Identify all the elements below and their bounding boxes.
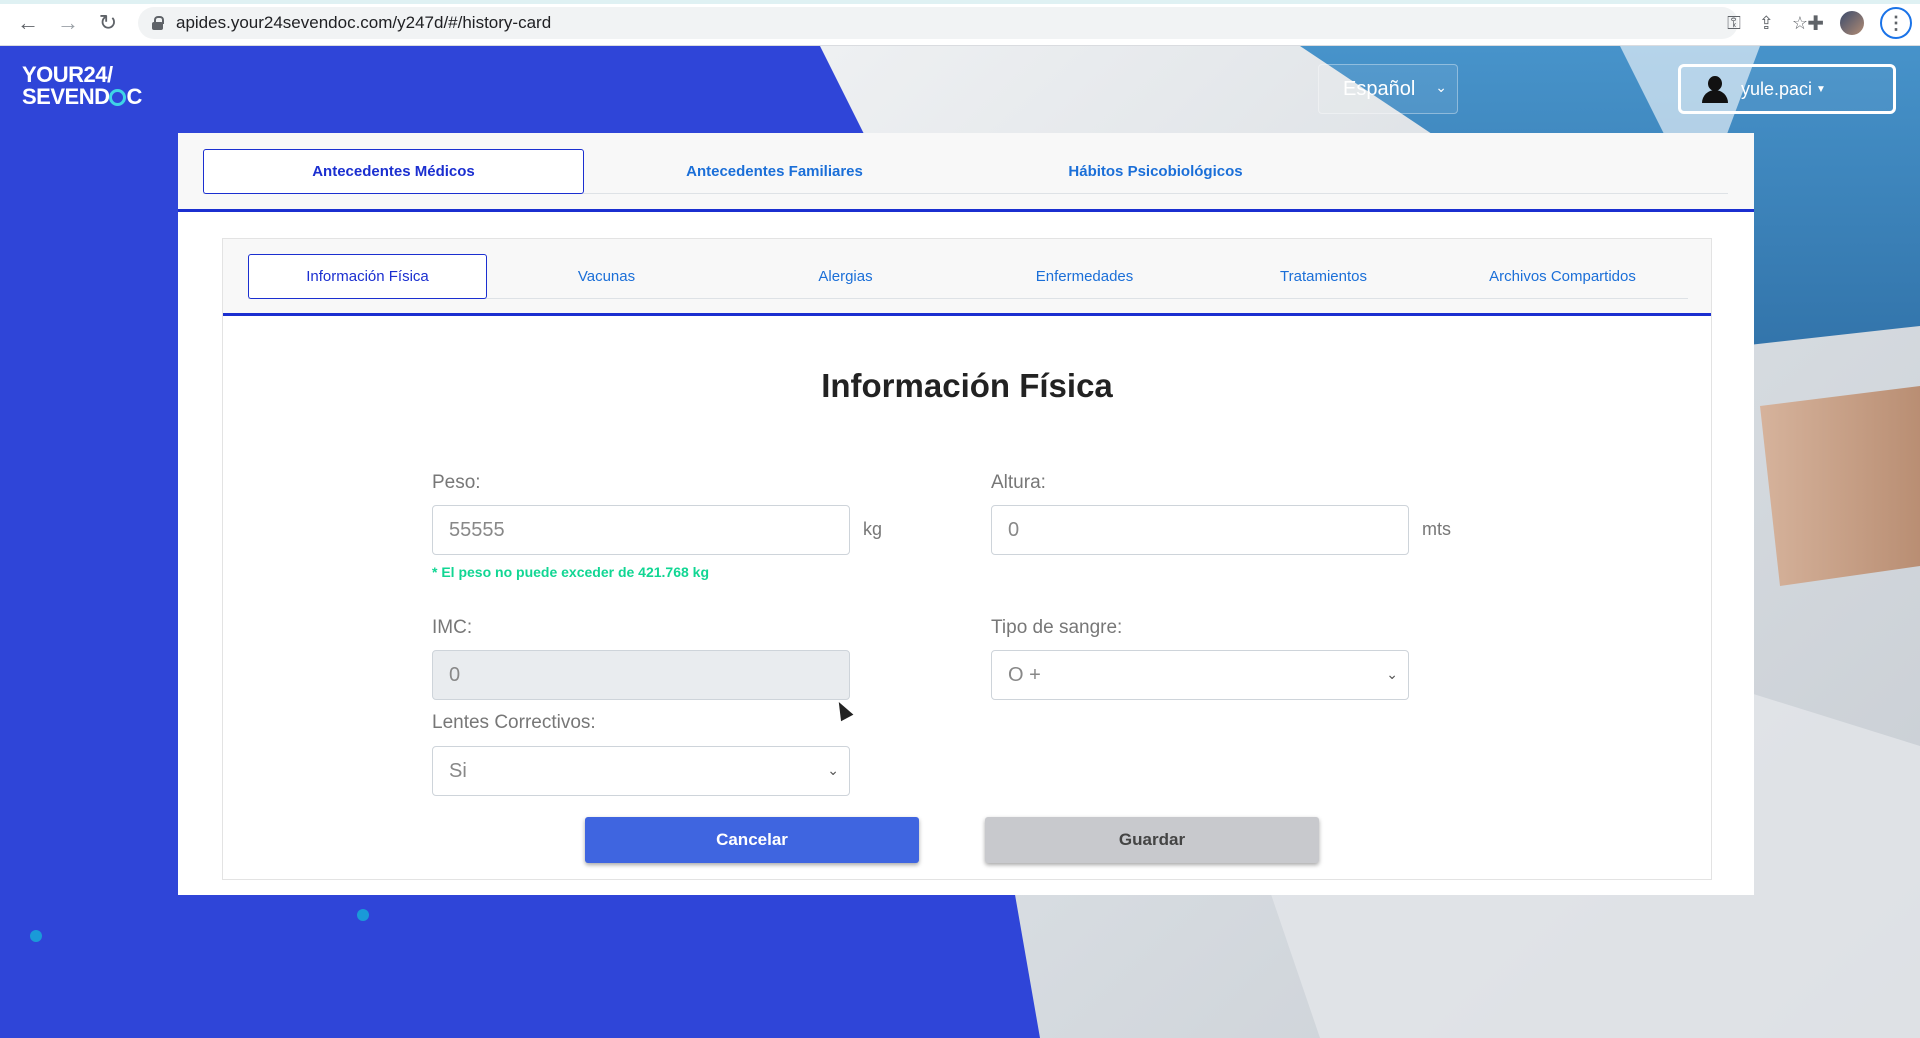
brand-logo[interactable]: YOUR24/ SEVEND C — [22, 64, 142, 108]
logo-line-1: YOUR24/ — [22, 62, 113, 87]
language-select[interactable]: Español ⌄ — [1318, 64, 1458, 114]
medical-history-panel: Información Física Vacunas Alergias Enfe… — [222, 238, 1712, 880]
logo-text-seven: SEVEN — [22, 84, 95, 109]
altura-input[interactable]: 0 — [991, 505, 1409, 555]
tab-tratamientos[interactable]: Tratamientos — [1204, 254, 1443, 299]
chevron-down-icon: ⌄ — [1386, 666, 1398, 682]
username: yule.paci — [1741, 78, 1813, 99]
forward-icon[interactable]: → — [48, 3, 88, 43]
lentes-label: Lentes Correctivos: — [432, 712, 596, 733]
imc-label: IMC: — [432, 617, 473, 638]
peso-error-message: * El peso no puede exceder de 421.768 kg — [432, 564, 710, 580]
history-card: Antecedentes Médicos Antecedentes Famili… — [178, 133, 1754, 895]
lock-icon[interactable] — [152, 16, 164, 30]
caret-down-icon: ▼ — [1816, 83, 1826, 95]
chevron-down-icon: ⌄ — [1435, 79, 1447, 95]
language-value: Español — [1343, 77, 1416, 100]
altura-unit: mts — [1422, 519, 1451, 539]
share-icon[interactable]: ⇪ — [1759, 13, 1774, 34]
peso-input[interactable]: 55555 — [432, 505, 850, 555]
star-icon[interactable]: ☆ — [1792, 13, 1808, 34]
tab-archivos-compartidos[interactable]: Archivos Compartidos — [1443, 254, 1682, 299]
lentes-value: Si — [449, 759, 467, 782]
tab-antecedentes-medicos[interactable]: Antecedentes Médicos — [203, 149, 584, 194]
top-tabs: Antecedentes Médicos Antecedentes Famili… — [203, 149, 1728, 194]
peso-unit: kg — [863, 519, 883, 539]
back-icon[interactable]: ← — [8, 3, 48, 43]
peso-label: Peso: — [432, 472, 481, 493]
address-bar-actions: ⚿ ⇪ ☆ — [1727, 7, 1808, 39]
cancel-button[interactable]: Cancelar — [585, 817, 919, 863]
tipo-sangre-label: Tipo de sangre: — [991, 617, 1123, 638]
address-bar[interactable]: apides.your24sevendoc.com/y247d/#/histor… — [138, 7, 1738, 39]
lentes-select[interactable]: Si ⌄ — [432, 746, 850, 796]
decor-dot — [357, 909, 369, 921]
chevron-down-icon: ⌄ — [827, 762, 839, 778]
extension-area: ✚ ⋮ — [1807, 0, 1920, 46]
save-button[interactable]: Guardar — [985, 817, 1319, 863]
browser-toolbar: ← → ↻ apides.your24sevendoc.com/y247d/#/… — [0, 0, 1920, 46]
tab-enfermedades[interactable]: Enfermedades — [965, 254, 1204, 299]
tab-antecedentes-familiares[interactable]: Antecedentes Familiares — [584, 149, 965, 194]
user-icon — [1701, 75, 1729, 103]
form-title: Información Física — [821, 367, 1113, 404]
menu-icon[interactable]: ⋮ — [1880, 7, 1912, 39]
top-tabs-area: Antecedentes Médicos Antecedentes Famili… — [178, 133, 1754, 212]
logo-text-d: D — [94, 84, 110, 109]
tipo-sangre-select[interactable]: O + ⌄ — [991, 650, 1409, 700]
extensions-icon[interactable]: ✚ — [1807, 11, 1824, 36]
tab-strip-edge — [0, 0, 1920, 4]
sub-tabs-area: Información Física Vacunas Alergias Enfe… — [223, 239, 1711, 316]
url-text[interactable]: apides.your24sevendoc.com/y247d/#/histor… — [176, 13, 551, 33]
logo-text-c: C — [126, 84, 142, 109]
page-background: YOUR24/ SEVEND C Español ⌄ yule.paci ▼ An… — [0, 46, 1920, 1038]
logo-ring-icon — [109, 89, 127, 106]
tab-vacunas[interactable]: Vacunas — [487, 254, 726, 299]
altura-label: Altura: — [991, 472, 1046, 493]
profile-avatar[interactable] — [1838, 9, 1866, 37]
tab-alergias[interactable]: Alergias — [726, 254, 965, 299]
key-icon[interactable]: ⚿ — [1727, 13, 1741, 34]
sub-tabs: Información Física Vacunas Alergias Enfe… — [248, 254, 1688, 299]
decor-dot — [30, 930, 42, 942]
tipo-sangre-value: O + — [1008, 663, 1041, 686]
tab-informacion-fisica[interactable]: Información Física — [248, 254, 487, 299]
tab-habitos-psicobiologicos[interactable]: Hábitos Psicobiológicos — [965, 149, 1346, 194]
reload-icon[interactable]: ↻ — [88, 3, 128, 43]
user-menu-button[interactable]: yule.paci ▼ — [1678, 64, 1896, 114]
imc-input: 0 — [432, 650, 850, 700]
logo-line-2: SEVEND C — [22, 86, 142, 108]
